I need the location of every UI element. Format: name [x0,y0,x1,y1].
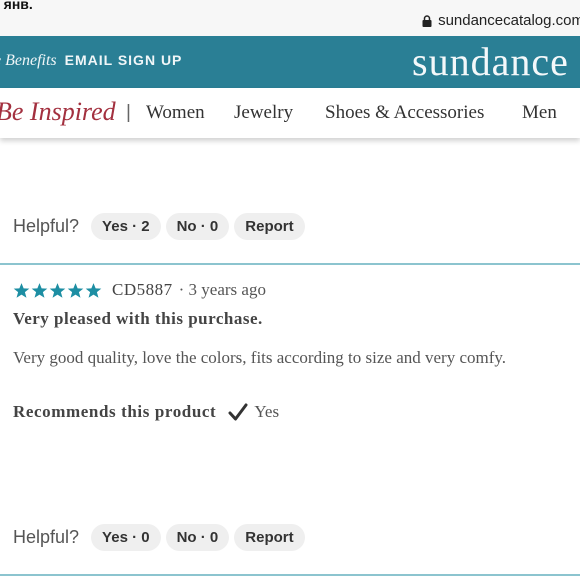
nav-item-women[interactable]: Women [146,102,205,124]
address-bar[interactable]: sundancecatalog.com [422,12,580,29]
status-time: 7 янв. [0,0,33,12]
check-icon [228,402,248,422]
nav-item-men[interactable]: Men [522,102,557,124]
review-item: CD5887 · 3 years ago Very pleased with t… [13,280,573,422]
helpful-label: Helpful? [13,216,80,236]
review-header: CD5887 · 3 years ago [13,280,573,300]
nav-item-jewelry[interactable]: Jewelry [234,102,293,124]
benefits-text: e Benefits [0,52,57,69]
star-icon [85,282,102,298]
helpful-yes-button[interactable]: Yes · 2 [91,213,161,240]
review-divider [0,574,580,576]
helpful-label: Helpful? [13,527,80,547]
main-nav: Be Inspired | Women Jewelry Shoes & Acce… [0,88,580,138]
star-icon [13,282,30,298]
star-icon [67,282,84,298]
star-rating [13,282,102,299]
url-text: sundancecatalog.com [438,12,580,29]
previous-review-helpful-row: Helpful? Yes · 2 No · 0 Report [13,213,310,240]
review-author: CD5887 [112,280,173,299]
report-button[interactable]: Report [234,524,305,551]
helpful-no-button[interactable]: No · 0 [165,213,230,240]
review-helpful-row: Helpful? Yes · 0 No · 0 Report [13,524,310,551]
report-button[interactable]: Report [234,213,305,240]
status-bar: 7 янв. sundancecatalog.com [0,0,580,36]
recommends-value: Yes [254,402,280,421]
promo-banner: e Benefits EMAIL SIGN UP sundance [0,36,580,88]
helpful-yes-button[interactable]: Yes · 0 [91,524,161,551]
benefits-link[interactable]: e Benefits EMAIL SIGN UP [0,52,182,70]
star-icon [49,282,66,298]
recommends-row: Recommends this product Yes [13,402,573,422]
nav-item-shoes-accessories[interactable]: Shoes & Accessories [325,102,484,124]
review-body: Very good quality, love the colors, fits… [13,348,507,367]
helpful-no-button[interactable]: No · 0 [165,524,230,551]
lock-icon [422,14,432,27]
site-logo[interactable]: sundance [412,38,569,85]
recommends-label: Recommends this product [13,402,217,421]
nav-be-inspired[interactable]: Be Inspired [0,97,116,127]
star-icon [31,282,48,298]
review-title: Very pleased with this purchase. [13,309,263,328]
review-divider [0,263,580,265]
review-age: · 3 years ago [178,280,266,299]
nav-separator: | [126,102,131,123]
email-signup-link[interactable]: EMAIL SIGN UP [65,52,183,68]
